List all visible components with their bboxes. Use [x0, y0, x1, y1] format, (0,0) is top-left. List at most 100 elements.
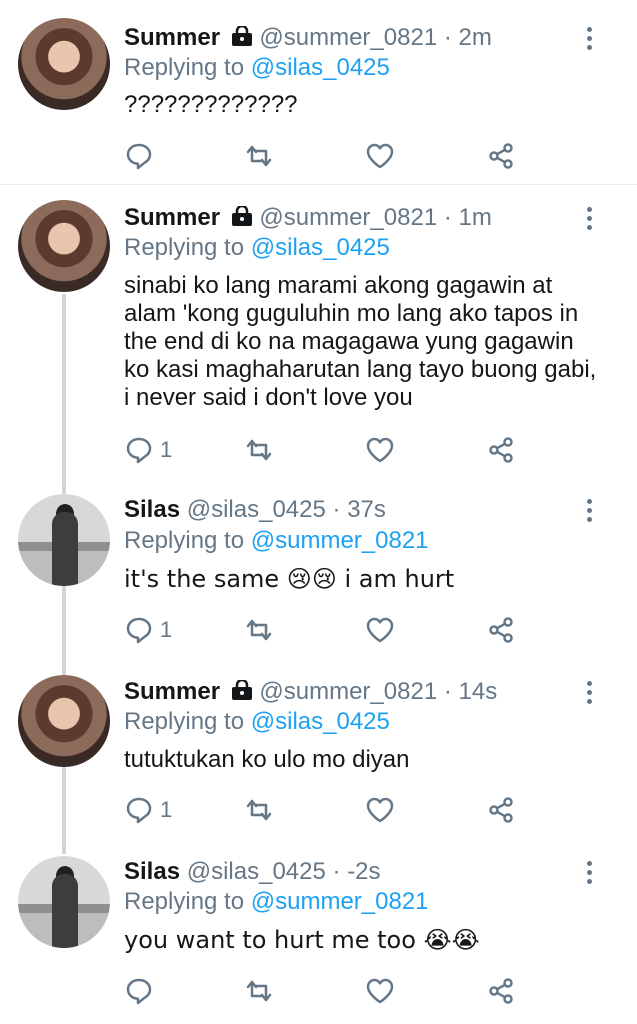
display-name[interactable]: Silas [124, 858, 180, 885]
reply-icon [126, 143, 152, 170]
replying-to-label: Replying to [124, 234, 245, 261]
reply-button[interactable]: 1 [124, 794, 172, 826]
reply-count: 1 [160, 797, 173, 822]
like-button[interactable] [365, 614, 395, 646]
replying-to-link[interactable]: @summer_0821 [251, 888, 429, 915]
heart-icon [366, 143, 394, 169]
replying-to: Replying to @silas_0425 [124, 234, 390, 262]
replying-to: Replying to @summer_0821 [124, 527, 429, 555]
tweet-header: Summer @summer_0821 · 2m [124, 24, 492, 52]
more-vertical-icon[interactable] [580, 678, 598, 706]
more-vertical-icon[interactable] [580, 24, 598, 52]
share-button[interactable] [486, 434, 516, 466]
heart-icon [366, 797, 394, 823]
share-icon [489, 617, 513, 643]
display-name[interactable]: Summer [124, 24, 220, 51]
avatar[interactable] [18, 494, 110, 586]
heart-icon [366, 978, 394, 1004]
tweet-text: sinabi ko lang marami akong gagawin at a… [124, 272, 597, 411]
reply-button[interactable]: 1 [124, 614, 172, 646]
replying-to-label: Replying to [124, 54, 245, 81]
separator-dot: · [443, 24, 452, 51]
retweet-button[interactable] [244, 975, 274, 1007]
replying-to-label: Replying to [124, 888, 245, 915]
reply-icon [126, 617, 152, 644]
display-name[interactable]: Summer [124, 204, 220, 231]
lock-icon [231, 680, 252, 700]
avatar[interactable] [18, 200, 110, 292]
tweet-actions: 1 [124, 614, 534, 646]
share-button[interactable] [486, 975, 516, 1007]
separator-dot: · [443, 678, 452, 705]
avatar[interactable] [18, 675, 110, 767]
replying-to-label: Replying to [124, 527, 245, 554]
like-button[interactable] [365, 140, 395, 172]
lock-icon [231, 206, 252, 226]
handle[interactable]: @silas_0425 [187, 858, 326, 885]
handle[interactable]: @silas_0425 [187, 496, 326, 523]
replying-to-link[interactable]: @silas_0425 [251, 234, 390, 261]
heart-icon [366, 617, 394, 643]
tweet-header: Summer @summer_0821 · 1m [124, 204, 492, 232]
like-button[interactable] [365, 794, 395, 826]
timestamp[interactable]: 1m [459, 204, 492, 231]
tweet-actions [124, 140, 534, 172]
reply-count: 1 [160, 617, 173, 642]
like-button[interactable] [365, 975, 395, 1007]
share-button[interactable] [486, 614, 516, 646]
retweet-icon [246, 619, 272, 641]
display-name[interactable]: Summer [124, 678, 220, 705]
reply-button[interactable] [124, 140, 160, 172]
avatar[interactable] [18, 856, 110, 948]
share-icon [489, 143, 513, 169]
retweet-icon [246, 439, 272, 461]
timestamp[interactable]: 2m [459, 24, 492, 51]
reply-button[interactable] [124, 975, 160, 1007]
retweet-button[interactable] [244, 794, 274, 826]
timestamp[interactable]: 37s [347, 496, 386, 523]
tweet-actions [124, 975, 534, 1007]
timestamp[interactable]: 14s [459, 678, 498, 705]
share-button[interactable] [486, 140, 516, 172]
heart-icon [366, 437, 394, 463]
reply-icon [126, 797, 152, 824]
replying-to-link[interactable]: @summer_0821 [251, 527, 429, 554]
replying-to-link[interactable]: @silas_0425 [251, 708, 390, 735]
more-vertical-icon[interactable] [580, 858, 598, 886]
timestamp[interactable]: -2s [347, 858, 380, 885]
replying-to: Replying to @summer_0821 [124, 888, 429, 916]
handle[interactable]: @summer_0821 [259, 24, 437, 51]
tweet-text: tutuktukan ko ulo mo diyan [124, 746, 410, 773]
handle[interactable]: @summer_0821 [259, 678, 437, 705]
share-icon [489, 437, 513, 463]
reply-button[interactable]: 1 [124, 434, 172, 466]
separator-dot: · [332, 858, 341, 885]
more-vertical-icon[interactable] [580, 204, 598, 232]
share-button[interactable] [486, 794, 516, 826]
separator-dot: · [443, 204, 452, 231]
tweet-text: you want to hurt me too 😭😭 [124, 926, 480, 954]
handle[interactable]: @summer_0821 [259, 204, 437, 231]
tweet-header: Silas @silas_0425 · -2s [124, 858, 381, 886]
retweet-button[interactable] [244, 434, 274, 466]
tweet-divider [0, 184, 637, 185]
tweet-header: Summer @summer_0821 · 14s [124, 678, 497, 706]
tweet-actions: 1 [124, 434, 534, 466]
separator-dot: · [332, 496, 341, 523]
replying-to: Replying to @silas_0425 [124, 708, 390, 736]
lock-icon [231, 26, 252, 46]
tweet-actions: 1 [124, 794, 534, 826]
retweet-icon [246, 799, 272, 821]
retweet-icon [246, 980, 272, 1002]
replying-to: Replying to @silas_0425 [124, 54, 390, 82]
avatar[interactable] [18, 18, 110, 110]
display-name[interactable]: Silas [124, 496, 180, 523]
replying-to-link[interactable]: @silas_0425 [251, 54, 390, 81]
retweet-icon [246, 145, 272, 167]
share-icon [489, 978, 513, 1004]
more-vertical-icon[interactable] [580, 496, 598, 524]
retweet-button[interactable] [244, 614, 274, 646]
like-button[interactable] [365, 434, 395, 466]
replying-to-label: Replying to [124, 708, 245, 735]
retweet-button[interactable] [244, 140, 274, 172]
